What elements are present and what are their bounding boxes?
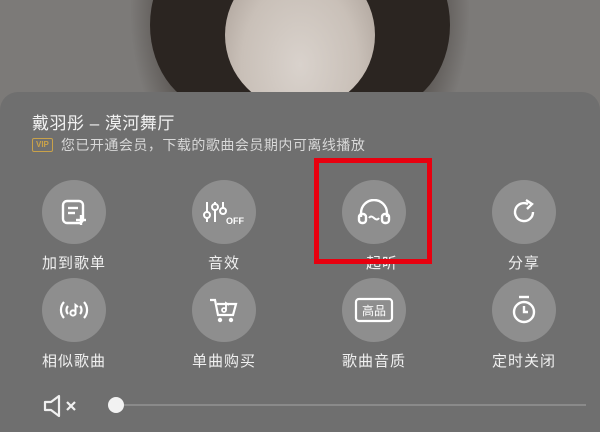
action-label: 歌曲音质 [341,353,406,370]
timer-close-button[interactable]: 定时关闭 [464,278,584,371]
similar-songs-icon [42,278,106,342]
song-quality-icon: 高品 [342,278,406,342]
sound-effect-button[interactable]: OFF 音效 [164,180,284,273]
action-label: 定时关闭 [491,353,556,370]
effect-off-text: OFF [226,216,244,226]
quality-text: 高品 [362,303,386,318]
volume-slider[interactable] [116,404,586,406]
vip-badge: VIP [32,138,53,152]
action-label: 相似歌曲 [41,353,106,370]
highlight-box [314,158,432,264]
buy-song-icon [192,278,256,342]
sound-effect-off-icon: OFF [192,180,256,244]
share-icon [492,180,556,244]
add-to-playlist-button[interactable]: 加到歌单 [14,180,134,273]
vip-message: 您已开通会员，下载的歌曲会员期内可离线播放 [60,137,366,153]
action-label: 单曲购买 [191,353,256,370]
vip-notice: VIP 您已开通会员，下载的歌曲会员期内可离线播放 [32,136,365,154]
volume-mute-icon[interactable] [42,394,82,423]
timer-close-icon [492,278,556,342]
song-quality-button[interactable]: 高品 歌曲音质 [314,278,434,371]
volume-slider-knob[interactable] [108,397,124,413]
similar-songs-button[interactable]: 相似歌曲 [14,278,134,371]
buy-song-button[interactable]: 单曲购买 [164,278,284,371]
add-to-playlist-icon [42,180,106,244]
share-button[interactable]: 分享 [464,180,584,273]
action-label: 加到歌单 [41,255,106,272]
action-label: 音效 [207,255,240,272]
song-title: 戴羽彤 – 漠河舞厅 [32,114,175,133]
action-label: 分享 [507,255,540,272]
